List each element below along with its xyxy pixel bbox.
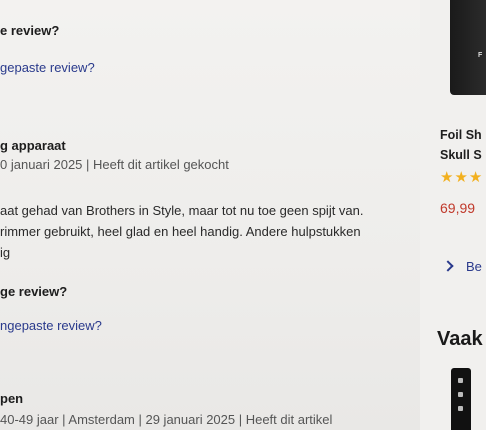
helpful-question: e review? bbox=[0, 23, 60, 38]
report-review-link[interactable]: gepaste review? bbox=[0, 60, 95, 75]
rating-stars-icon: ★★★ bbox=[440, 169, 484, 186]
product-image-detail bbox=[458, 378, 463, 383]
review-meta: 0 januari 2025 | Heeft dit artikel gekoc… bbox=[0, 157, 229, 172]
chevron-right-icon bbox=[442, 260, 454, 272]
section-title: Vaak bbox=[437, 328, 483, 350]
helpful-question: ge review? bbox=[0, 284, 68, 299]
review-body-line: rimmer gebruikt, heel glad en heel handi… bbox=[0, 224, 361, 239]
product-image[interactable] bbox=[451, 368, 471, 430]
product-name[interactable]: Foil Sh Skull S bbox=[440, 125, 482, 165]
report-review-link[interactable]: ngepaste review? bbox=[0, 318, 102, 333]
review-meta: 40-49 jaar | Amsterdam | 29 januari 2025… bbox=[0, 412, 333, 427]
review-body-line: ig bbox=[0, 245, 11, 260]
review-body-line: aat gehad van Brothers in Style, maar to… bbox=[0, 203, 364, 218]
review-title: pen bbox=[0, 391, 24, 406]
product-logo: F bbox=[478, 52, 483, 59]
product-name-line: Skull S bbox=[440, 148, 482, 162]
product-name-line: Foil Sh bbox=[440, 128, 482, 142]
more-link-label: Be bbox=[466, 259, 482, 274]
review-title: g apparaat bbox=[0, 138, 66, 153]
product-image[interactable]: F bbox=[450, 0, 486, 95]
product-price: 69,99 bbox=[440, 200, 476, 216]
product-sidebar: F Foil Sh Skull S ★★★ 69,99 Be Vaak bbox=[420, 0, 486, 430]
product-image-detail bbox=[458, 392, 463, 397]
product-image-detail bbox=[458, 406, 463, 411]
more-link[interactable]: Be bbox=[442, 259, 482, 274]
reviews-list: e review? gepaste review? g apparaat 0 j… bbox=[0, 0, 420, 430]
